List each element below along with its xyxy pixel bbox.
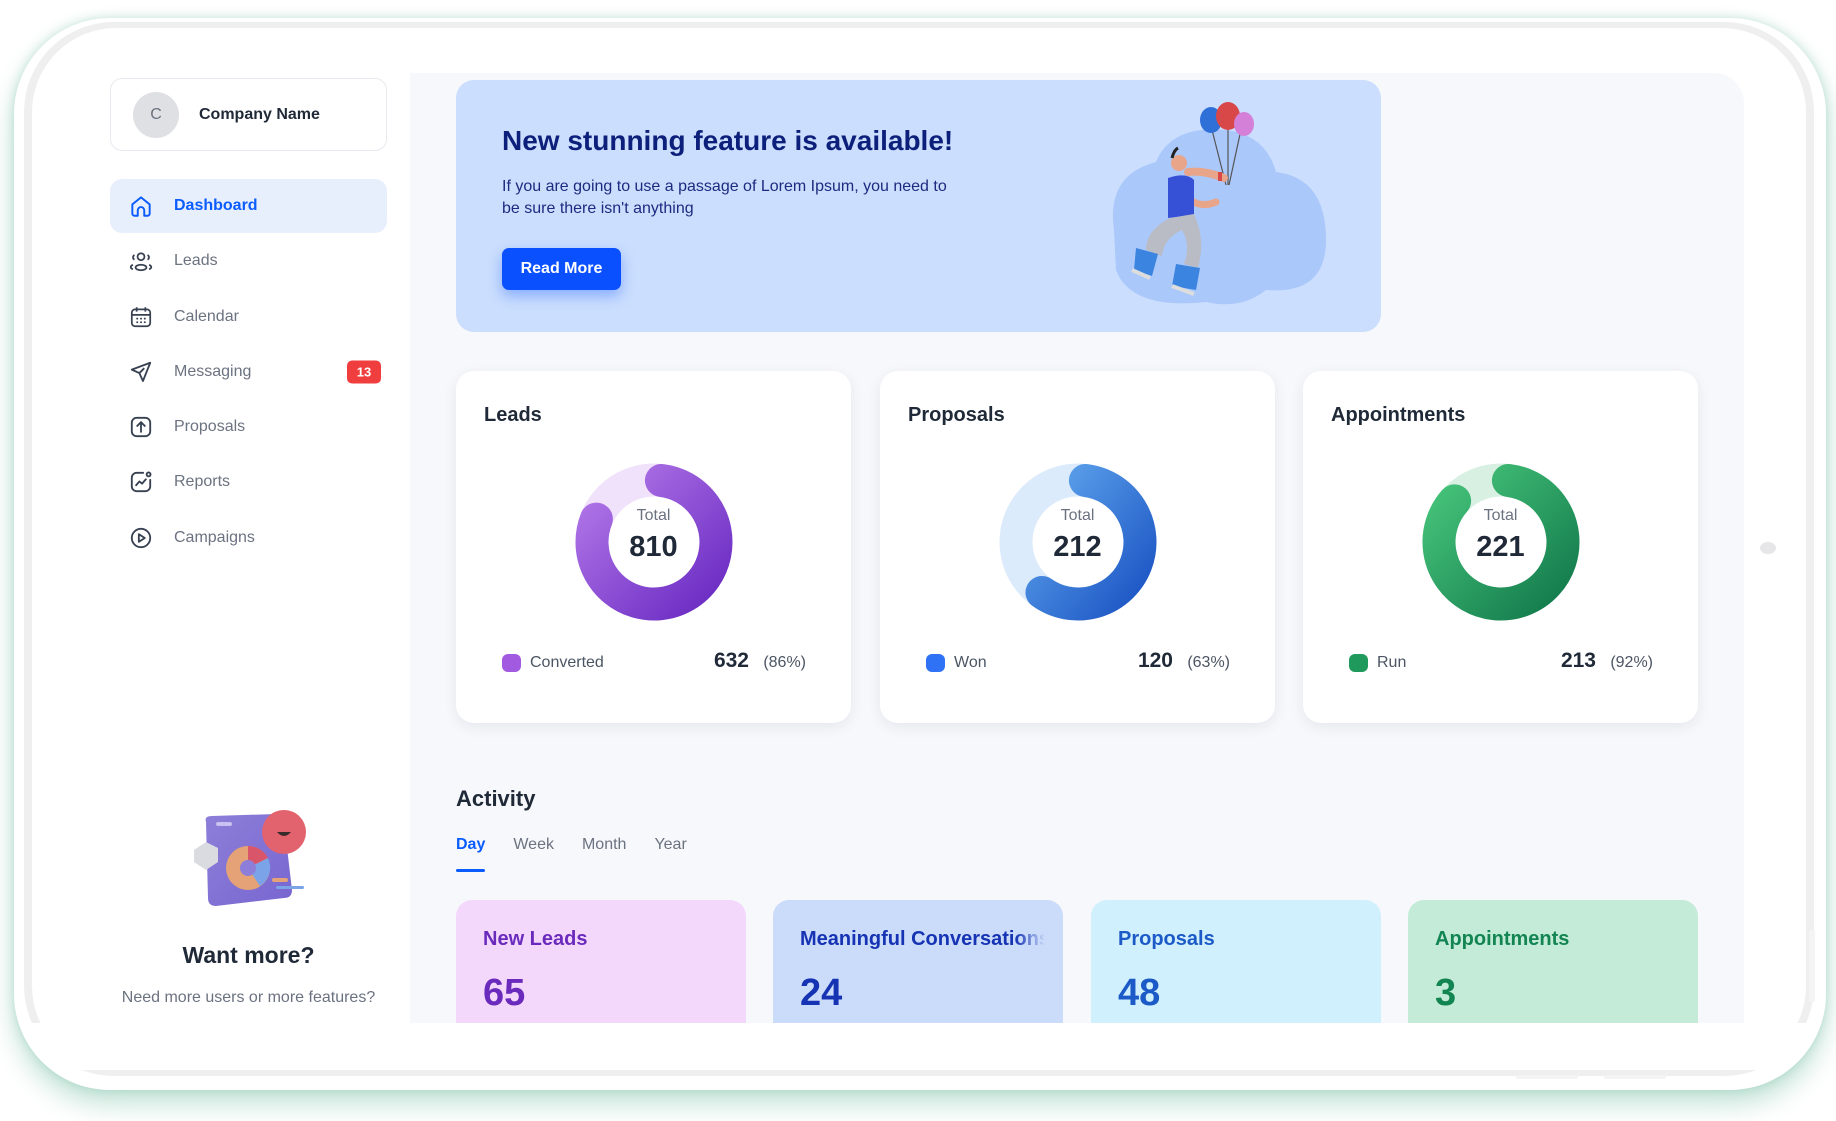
sidebar-item-label: Calendar <box>174 307 239 325</box>
promo-illustration <box>184 800 314 920</box>
banner-title: New stunning feature is available! <box>502 125 954 156</box>
device-button <box>1516 1075 1578 1079</box>
tab-year[interactable]: Year <box>654 836 686 872</box>
total-label: Total <box>636 507 671 524</box>
activity-card-label: Meaningful Conversations <box>800 928 1045 950</box>
tab-month[interactable]: Month <box>582 836 626 872</box>
upgrade-promo: Want more? Need more users or more featu… <box>110 800 387 1009</box>
total-value: 212 <box>1053 531 1102 563</box>
camera-icon <box>1760 542 1776 554</box>
sidebar-item-dashboard[interactable]: Dashboard <box>110 179 387 233</box>
card-title: Appointments <box>1331 404 1466 426</box>
unread-count-badge: 13 <box>347 360 381 384</box>
balloon-man-illustration <box>1076 80 1376 332</box>
promo-text: Need more users or more features? <box>121 989 376 1006</box>
sidebar-item-proposals[interactable]: Proposals <box>110 400 387 454</box>
activity-card-value: 3 <box>1435 972 1457 1014</box>
sidebar-item-label: Campaigns <box>174 528 255 546</box>
chart-icon <box>128 469 154 495</box>
legend-label: Won <box>954 654 987 671</box>
legend-value: 120 <box>1137 649 1173 672</box>
activity-heading: Activity <box>456 786 536 811</box>
activity-card-label: Appointments <box>1435 928 1570 950</box>
sidebar-item-label: Reports <box>174 473 231 491</box>
leads-stat-card: Leads Total 810 Converted 632 (86%) <box>456 371 851 723</box>
legend-value: 632 <box>713 649 749 672</box>
tab-week[interactable]: Week <box>513 836 554 872</box>
legend-percent: (86%) <box>763 654 806 671</box>
total-value: 810 <box>629 531 678 563</box>
card-title: Leads <box>484 404 542 426</box>
feature-banner: New stunning feature is available! If yo… <box>456 80 1381 332</box>
send-icon <box>128 359 154 385</box>
avatar: C <box>133 91 179 138</box>
legend-swatch <box>1349 654 1368 672</box>
users-icon <box>128 248 154 274</box>
total-label: Total <box>1483 507 1518 524</box>
legend-swatch <box>926 654 945 672</box>
proposals-stat-card: Proposals Total 212 Won 120 (63%) <box>880 371 1275 723</box>
company-name: Company Name <box>199 105 320 123</box>
activity-card-label: New Leads <box>483 928 588 950</box>
appointments-stat-card: Appointments Total 221 Run 213 (92%) <box>1303 371 1698 723</box>
activity-period-tabs: Day Week Month Year <box>456 836 715 872</box>
home-icon <box>128 193 154 219</box>
legend-percent: (63%) <box>1187 654 1230 671</box>
sidebar-item-reports[interactable]: Reports <box>110 455 387 509</box>
activity-card-value: 24 <box>800 972 843 1014</box>
sidebar-item-leads[interactable]: Leads <box>110 234 387 288</box>
tab-day[interactable]: Day <box>456 836 486 872</box>
device-button <box>1809 930 1815 1002</box>
device-button <box>1604 1075 1666 1079</box>
legend-swatch <box>502 654 521 672</box>
sidebar-item-campaigns[interactable]: Campaigns <box>110 511 387 565</box>
play-icon <box>128 525 154 551</box>
legend-percent: (92%) <box>1610 654 1653 671</box>
activity-card-value: 65 <box>483 972 526 1014</box>
sidebar-item-calendar[interactable]: Calendar <box>110 290 387 344</box>
sidebar-item-label: Messaging <box>174 362 252 380</box>
sidebar-item-label: Proposals <box>174 418 246 436</box>
legend-label: Converted <box>530 654 604 671</box>
company-switcher[interactable]: C Company Name <box>110 78 387 151</box>
sidebar-item-messaging[interactable]: Messaging 13 <box>110 345 387 399</box>
banner-text: If you are going to use a passage of Lor… <box>502 178 947 217</box>
total-value: 221 <box>1476 531 1525 563</box>
total-label: Total <box>1060 507 1095 524</box>
legend-value: 213 <box>1560 649 1596 672</box>
screen-bottom-bezel <box>32 1023 1806 1070</box>
sidebar-item-label: Leads <box>174 252 218 270</box>
sidebar-nav: Dashboard Leads Calendar Messaging 13 Pr… <box>110 179 387 566</box>
calendar-icon <box>128 304 154 330</box>
legend-label: Run <box>1377 654 1407 671</box>
promo-title: Want more? <box>182 942 315 968</box>
read-more-button[interactable]: Read More <box>502 248 621 290</box>
card-title: Proposals <box>908 404 1005 426</box>
sidebar-item-label: Dashboard <box>174 197 258 214</box>
activity-card-value: 48 <box>1118 972 1161 1014</box>
activity-card-label: Proposals <box>1118 928 1215 950</box>
upload-icon <box>128 414 154 440</box>
